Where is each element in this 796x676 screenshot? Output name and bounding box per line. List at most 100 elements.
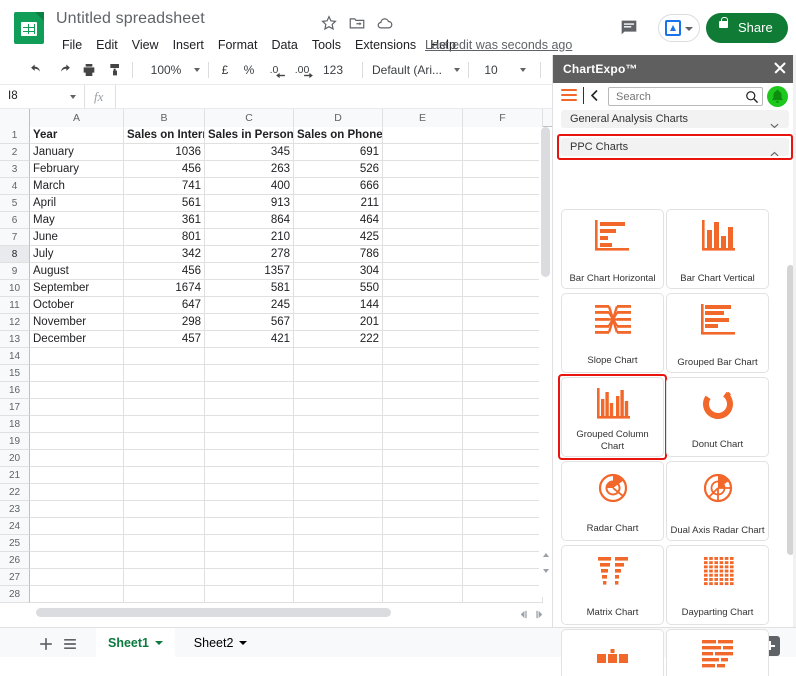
cell-C16[interactable] <box>205 382 294 399</box>
cell-E19[interactable] <box>383 433 463 450</box>
cell-A22[interactable] <box>30 484 124 501</box>
cell-E13[interactable] <box>383 331 463 348</box>
select-all-corner[interactable] <box>0 109 30 127</box>
column-header-A[interactable]: A <box>30 109 124 127</box>
cell-F3[interactable] <box>463 161 543 178</box>
cell-A8[interactable]: July <box>30 246 124 263</box>
cell-F6[interactable] <box>463 212 543 229</box>
cell-A23[interactable] <box>30 501 124 518</box>
fx-button[interactable]: fx <box>86 85 116 109</box>
cell-B10[interactable]: 1674 <box>124 280 205 297</box>
cell-D5[interactable]: 211 <box>294 195 383 212</box>
row-header-24[interactable]: 24 <box>0 518 30 535</box>
cell-C6[interactable]: 864 <box>205 212 294 229</box>
cell-A7[interactable]: June <box>30 229 124 246</box>
column-header-E[interactable]: E <box>383 109 463 127</box>
cell-F28[interactable] <box>463 586 543 603</box>
cell-F21[interactable] <box>463 467 543 484</box>
cell-D21[interactable] <box>294 467 383 484</box>
cell-E2[interactable] <box>383 144 463 161</box>
percent-format-button[interactable]: % <box>240 59 258 81</box>
cell-D20[interactable] <box>294 450 383 467</box>
all-sheets-button[interactable] <box>60 634 80 654</box>
cell-C12[interactable]: 567 <box>205 314 294 331</box>
cell-A26[interactable] <box>30 552 124 569</box>
cell-D3[interactable]: 526 <box>294 161 383 178</box>
cell-C7[interactable]: 210 <box>205 229 294 246</box>
row-header-14[interactable]: 14 <box>0 348 30 365</box>
cell-F18[interactable] <box>463 416 543 433</box>
cell-E14[interactable] <box>383 348 463 365</box>
row-header-4[interactable]: 4 <box>0 178 30 195</box>
cell-C13[interactable]: 421 <box>205 331 294 348</box>
chevron-down-icon[interactable] <box>155 641 163 645</box>
menu-tools[interactable]: Tools <box>305 35 348 55</box>
menu-insert[interactable]: Insert <box>166 35 211 55</box>
cell-C8[interactable]: 278 <box>205 246 294 263</box>
scroll-right-button[interactable] <box>534 607 546 619</box>
row-header-20[interactable]: 20 <box>0 450 30 467</box>
cell-C1[interactable]: Sales in Person <box>205 127 294 144</box>
menu-view[interactable]: View <box>125 35 166 55</box>
row-header-11[interactable]: 11 <box>0 297 30 314</box>
cell-F5[interactable] <box>463 195 543 212</box>
scrollbar-thumb[interactable] <box>36 608 391 617</box>
row-header-7[interactable]: 7 <box>0 229 30 246</box>
menu-file[interactable]: File <box>55 35 89 55</box>
cell-C2[interactable]: 345 <box>205 144 294 161</box>
name-box[interactable]: I8 <box>0 85 85 109</box>
cell-B19[interactable] <box>124 433 205 450</box>
cell-E16[interactable] <box>383 382 463 399</box>
cell-A13[interactable]: December <box>30 331 124 348</box>
paint-format-icon[interactable] <box>104 59 126 81</box>
cell-C3[interactable]: 263 <box>205 161 294 178</box>
cell-A5[interactable]: April <box>30 195 124 212</box>
last-edit-status[interactable]: Last edit was seconds ago <box>425 38 572 52</box>
cell-C23[interactable] <box>205 501 294 518</box>
cell-A19[interactable] <box>30 433 124 450</box>
column-header-B[interactable]: B <box>124 109 205 127</box>
cell-C20[interactable] <box>205 450 294 467</box>
cell-B27[interactable] <box>124 569 205 586</box>
column-header-F[interactable]: F <box>463 109 543 127</box>
cell-E12[interactable] <box>383 314 463 331</box>
cell-C11[interactable]: 245 <box>205 297 294 314</box>
cell-A11[interactable]: October <box>30 297 124 314</box>
cell-F16[interactable] <box>463 382 543 399</box>
column-header-C[interactable]: C <box>205 109 294 127</box>
cell-A21[interactable] <box>30 467 124 484</box>
cell-A27[interactable] <box>30 569 124 586</box>
cloud-status-icon[interactable] <box>376 14 396 34</box>
cell-E21[interactable] <box>383 467 463 484</box>
cell-D8[interactable]: 786 <box>294 246 383 263</box>
row-header-10[interactable]: 10 <box>0 280 30 297</box>
row-header-8[interactable]: 8 <box>0 246 30 263</box>
cell-E26[interactable] <box>383 552 463 569</box>
cell-C25[interactable] <box>205 535 294 552</box>
cell-F13[interactable] <box>463 331 543 348</box>
column-header-D[interactable]: D <box>294 109 383 127</box>
font-size-caret-icon[interactable] <box>516 59 526 81</box>
cell-C4[interactable]: 400 <box>205 178 294 195</box>
menu-data[interactable]: Data <box>264 35 304 55</box>
cell-B21[interactable] <box>124 467 205 484</box>
cell-D17[interactable] <box>294 399 383 416</box>
formula-input[interactable] <box>120 89 548 105</box>
row-header-25[interactable]: 25 <box>0 535 30 552</box>
share-button[interactable]: Share <box>706 13 788 43</box>
row-header-5[interactable]: 5 <box>0 195 30 212</box>
row-header-12[interactable]: 12 <box>0 314 30 331</box>
cell-D22[interactable] <box>294 484 383 501</box>
cell-B8[interactable]: 342 <box>124 246 205 263</box>
menu-extensions[interactable]: Extensions <box>348 35 423 55</box>
scroll-left-button[interactable] <box>518 607 530 619</box>
cell-E3[interactable] <box>383 161 463 178</box>
cell-E23[interactable] <box>383 501 463 518</box>
cell-E17[interactable] <box>383 399 463 416</box>
cell-B3[interactable]: 456 <box>124 161 205 178</box>
number-format-button[interactable]: 123 <box>318 59 348 94</box>
cell-E9[interactable] <box>383 263 463 280</box>
cell-B1[interactable]: Sales on Internet <box>124 127 205 144</box>
hamburger-icon[interactable] <box>561 89 577 102</box>
row-header-9[interactable]: 9 <box>0 263 30 280</box>
